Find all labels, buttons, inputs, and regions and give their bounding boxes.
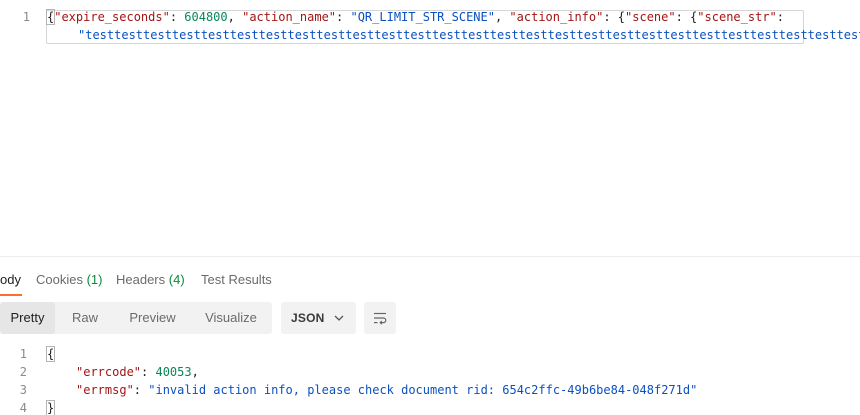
language-select[interactable]: JSON: [281, 302, 356, 334]
response-tabs: ody Cookies (1) Headers (4) Test Results: [0, 262, 860, 294]
view-mode-switcher: Pretty Raw Preview Visualize: [0, 302, 272, 334]
tab-headers[interactable]: Headers (4): [116, 272, 185, 287]
mode-preview-button[interactable]: Preview: [115, 302, 190, 334]
language-label: JSON: [291, 311, 325, 325]
pane-divider[interactable]: [0, 256, 860, 257]
response-line-2: "errcode": 40053,: [76, 365, 199, 379]
mode-raw-button[interactable]: Raw: [55, 302, 115, 334]
response-line-1: {: [45, 346, 56, 362]
code-line-1-wrapped[interactable]: "testtesttesttesttesttesttesttesttesttes…: [78, 28, 860, 42]
line-number: 3: [19, 383, 27, 397]
response-body-viewer[interactable]: 1 2 3 4 { "errcode": 40053, "errmsg": "i…: [0, 342, 860, 415]
request-body-editor[interactable]: 1 {"expire_seconds": 604800, "action_nam…: [0, 0, 860, 256]
code-line-1[interactable]: {"expire_seconds": 604800, "action_name"…: [45, 9, 784, 25]
tab-cookies[interactable]: Cookies (1): [36, 272, 102, 287]
active-tab-indicator: [0, 294, 22, 296]
line-number: 1: [19, 347, 27, 361]
line-number: 2: [19, 365, 27, 379]
tab-body[interactable]: ody: [0, 272, 21, 287]
response-line-3: "errmsg": "invalid action info, please c…: [76, 383, 698, 397]
mode-visualize-button[interactable]: Visualize: [190, 302, 272, 334]
mode-pretty-button[interactable]: Pretty: [0, 302, 55, 334]
chevron-down-icon: [332, 311, 346, 325]
line-number: 1: [22, 10, 30, 24]
wrap-lines-button[interactable]: [364, 302, 396, 334]
tab-test-results[interactable]: Test Results: [201, 272, 272, 287]
